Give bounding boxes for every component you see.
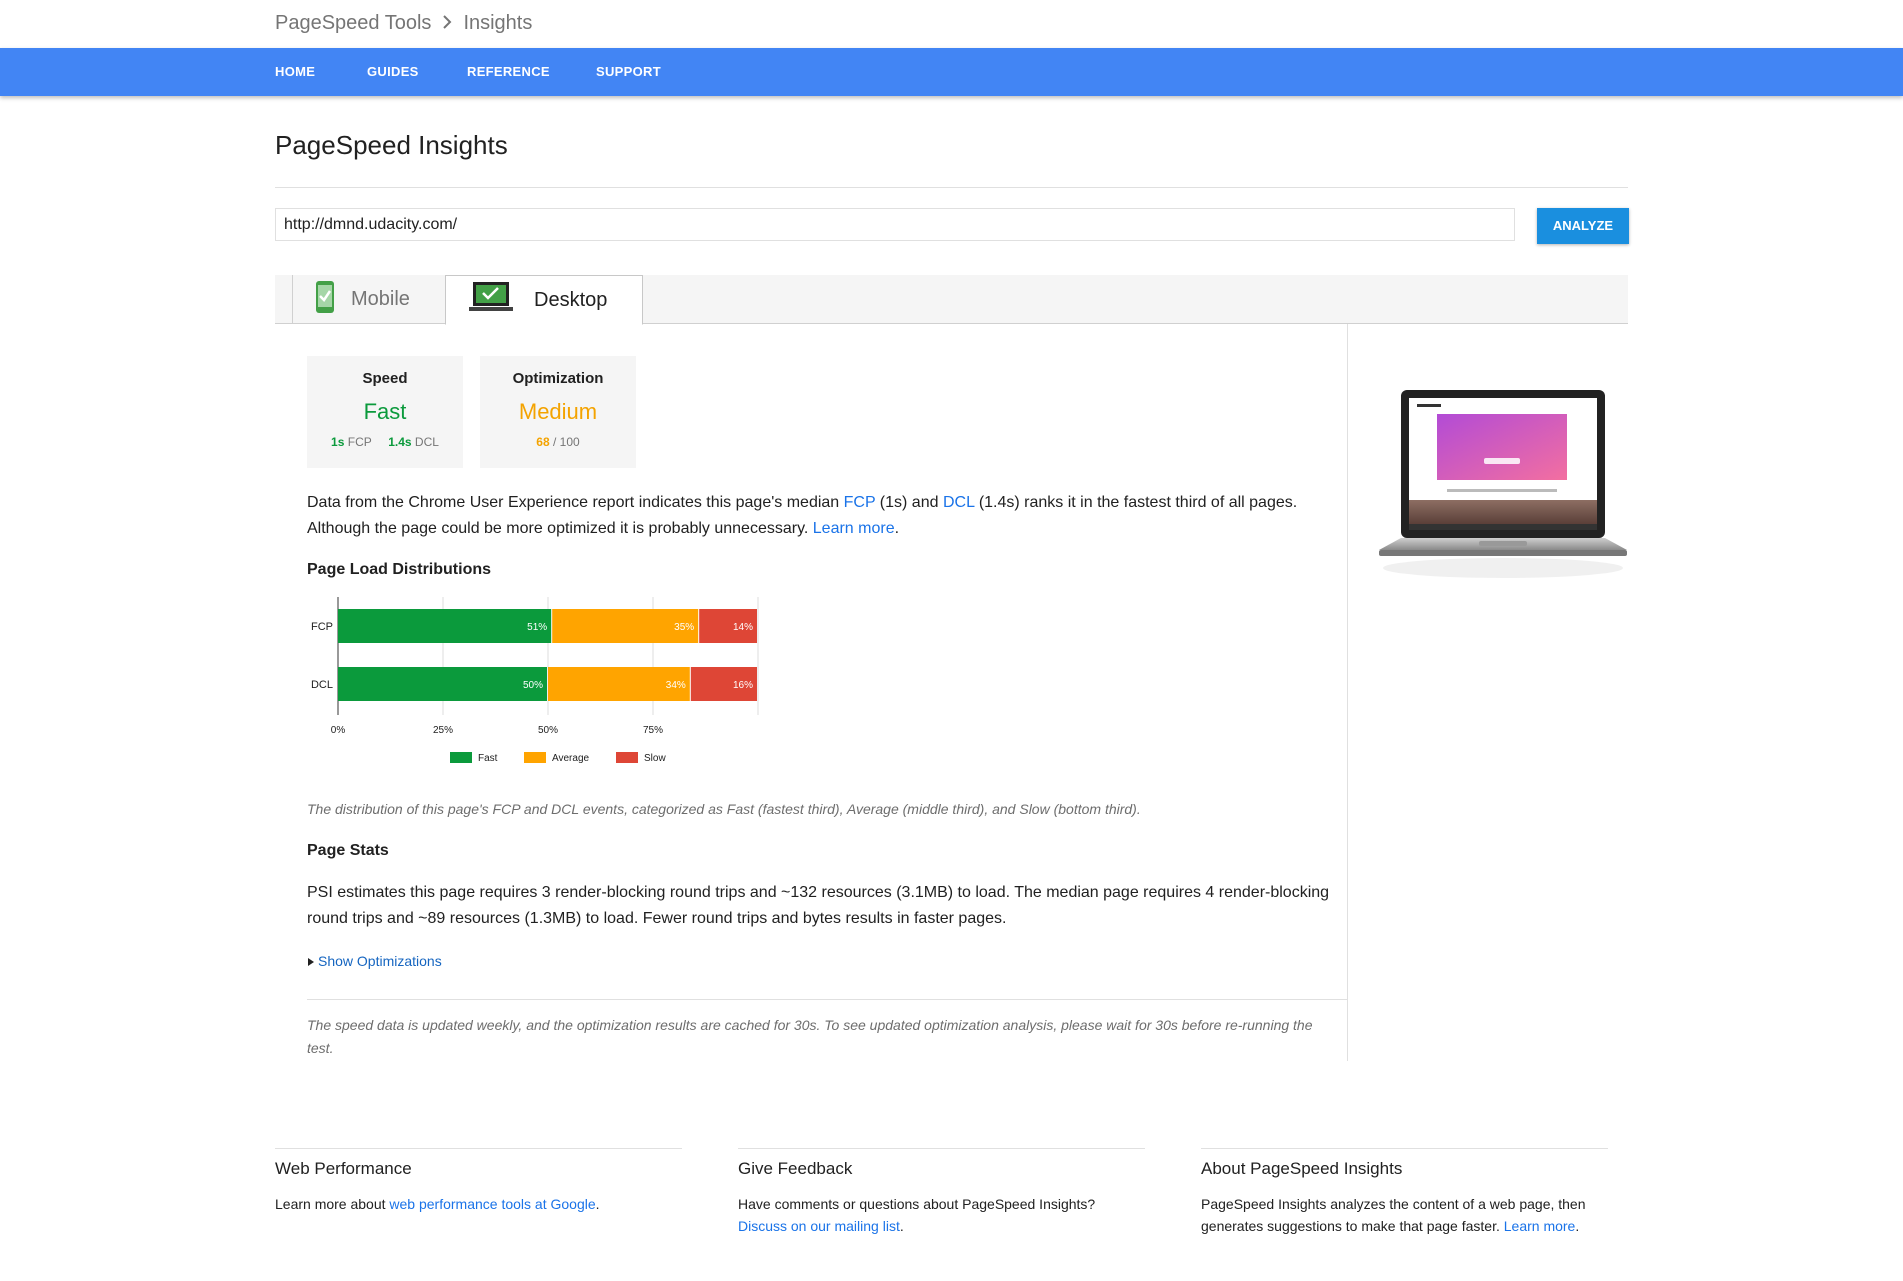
footer-text: Have comments or questions about PageSpe… xyxy=(738,1193,1145,1237)
fcp-value: 1s xyxy=(331,435,345,449)
dcl-link[interactable]: DCL xyxy=(943,494,974,511)
data-label: 34% xyxy=(666,680,686,691)
chevron-right-icon xyxy=(441,13,453,34)
speed-card: Speed Fast 1s FCP 1.4s DCL xyxy=(307,356,463,468)
footer-text-part: . xyxy=(595,1196,600,1212)
category-label: DCL xyxy=(311,679,333,691)
optimization-value: Medium xyxy=(518,399,598,424)
optimization-card: Optimization Medium 68 / 100 xyxy=(480,356,636,468)
breadcrumb-root-link[interactable]: PageSpeed Tools xyxy=(275,12,431,35)
fcp-link[interactable]: FCP xyxy=(844,494,876,511)
tick-label: 0% xyxy=(331,725,346,736)
tab-mobile-label: Mobile xyxy=(351,288,410,310)
footer-rule xyxy=(275,1148,682,1149)
caret-right-icon xyxy=(308,953,314,969)
nav-guides[interactable]: GUIDES xyxy=(367,48,419,96)
fcp-label: FCP xyxy=(347,435,372,449)
legend-label: Average xyxy=(552,753,590,764)
optimization-score-max: / 100 xyxy=(553,435,580,449)
breadcrumb: PageSpeed Tools Insights xyxy=(275,12,532,35)
nav-reference[interactable]: REFERENCE xyxy=(467,48,550,96)
top-bar: PageSpeed Tools Insights xyxy=(0,0,1903,48)
desktop-check-icon xyxy=(468,280,514,320)
footer-text-part: Learn more about xyxy=(275,1196,390,1212)
optimization-label: Optimization xyxy=(512,370,604,387)
tick-label: 25% xyxy=(433,725,453,736)
footer-text-part: . xyxy=(1575,1218,1580,1234)
data-label: 50% xyxy=(523,680,543,691)
summary-text: Data from the Chrome User Experience rep… xyxy=(307,490,1337,542)
data-label: 16% xyxy=(733,680,753,691)
device-tabs: Mobile Desktop xyxy=(275,275,1628,325)
dcl-label: DCL xyxy=(414,435,439,449)
footer-title: About PageSpeed Insights xyxy=(1201,1159,1403,1178)
legend-label: Slow xyxy=(644,753,666,764)
footer-title: Give Feedback xyxy=(738,1159,853,1178)
data-label: 14% xyxy=(733,622,753,633)
title-divider xyxy=(275,187,1628,188)
tab-desktop[interactable]: Desktop xyxy=(445,275,643,325)
legend-swatch xyxy=(524,752,546,763)
footer-text-part: Have comments or questions about PageSpe… xyxy=(738,1196,1096,1212)
page-stats-text: PSI estimates this page requires 3 rende… xyxy=(307,884,1330,927)
footer-about: About PageSpeed Insights PageSpeed Insig… xyxy=(1201,1148,1608,1237)
summary-part: Data from the Chrome User Experience rep… xyxy=(307,494,844,511)
optimization-score-value: 68 xyxy=(536,435,550,449)
data-label: 51% xyxy=(527,622,547,633)
legend-swatch xyxy=(616,752,638,763)
show-optimizations-link[interactable]: Show Optimizations xyxy=(318,953,442,969)
tab-mobile[interactable]: Mobile xyxy=(292,275,445,324)
url-input[interactable] xyxy=(275,208,1515,241)
bar-fast xyxy=(338,667,547,701)
page-title: PageSpeed Insights xyxy=(275,130,508,160)
distribution-chart: FCP 51% 35% 14% DCL 50% 34% 16% 0% 25% 50% 75% Fast A… xyxy=(311,597,759,764)
page-stats-heading: Page Stats xyxy=(307,842,389,859)
optimization-score: 68 / 100 xyxy=(480,435,636,449)
tick-label: 50% xyxy=(538,725,558,736)
nav-support[interactable]: SUPPORT xyxy=(596,48,661,96)
web-performance-tools-link[interactable]: web performance tools at Google xyxy=(389,1196,595,1212)
footer-rule xyxy=(1201,1148,1608,1149)
cache-note: The speed data is updated weekly, and th… xyxy=(307,1017,1313,1056)
speed-metrics: 1s FCP 1.4s DCL xyxy=(307,435,463,449)
category-label: FCP xyxy=(311,621,333,633)
dcl-value: 1.4s xyxy=(388,435,412,449)
content-divider xyxy=(1347,324,1348,1061)
analyze-button[interactable]: ANALYZE xyxy=(1537,208,1629,244)
footer-feedback: Give Feedback Have comments or questions… xyxy=(738,1148,1145,1237)
breadcrumb-current: Insights xyxy=(463,12,533,34)
summary-part: (1s) and xyxy=(875,494,943,511)
nav-bar: HOME GUIDES REFERENCE SUPPORT xyxy=(0,48,1903,96)
distribution-caption: The distribution of this page's FCP and … xyxy=(307,801,1141,817)
desktop-screenshot-preview xyxy=(1377,388,1629,613)
note-divider xyxy=(307,999,1348,1000)
bar-fast xyxy=(338,609,552,643)
legend-label: Fast xyxy=(478,753,498,764)
footer-title: Web Performance xyxy=(275,1159,412,1178)
data-label: 35% xyxy=(674,622,694,633)
summary-part: . xyxy=(894,520,900,537)
about-learn-more-link[interactable]: Learn more xyxy=(1504,1218,1576,1234)
tab-desktop-label: Desktop xyxy=(534,288,608,311)
mobile-check-icon xyxy=(315,280,335,320)
learn-more-link[interactable]: Learn more xyxy=(813,520,895,537)
mailing-list-link[interactable]: Discuss on our mailing list xyxy=(738,1218,900,1234)
tick-label: 75% xyxy=(643,725,663,736)
speed-value: Fast xyxy=(363,399,407,424)
footer-text: PageSpeed Insights analyzes the content … xyxy=(1201,1193,1608,1237)
footer-text: Learn more about web performance tools a… xyxy=(275,1193,682,1215)
legend-swatch xyxy=(450,752,472,763)
footer-web-performance: Web Performance Learn more about web per… xyxy=(275,1148,682,1215)
footer-rule xyxy=(738,1148,1145,1149)
show-optimizations-toggle[interactable]: Show Optimizations xyxy=(308,953,442,969)
footer-text-part: . xyxy=(899,1218,904,1234)
speed-label: Speed xyxy=(362,370,408,387)
distributions-heading: Page Load Distributions xyxy=(307,561,492,578)
nav-home[interactable]: HOME xyxy=(275,48,315,96)
